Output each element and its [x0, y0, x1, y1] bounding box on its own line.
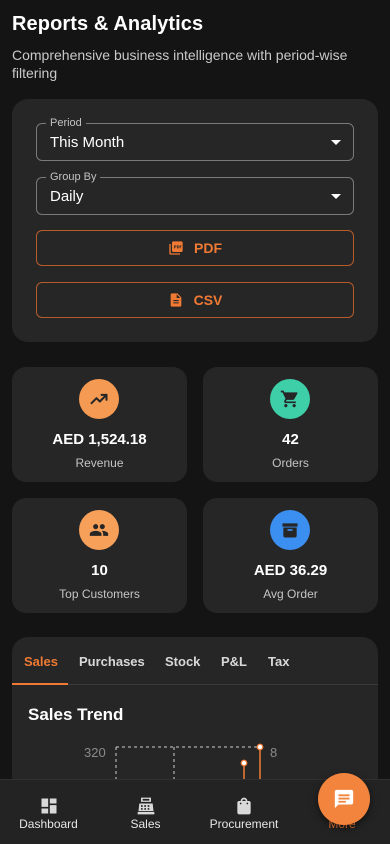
archive-icon	[282, 523, 298, 538]
cart-icon	[280, 390, 298, 408]
cash-register-icon	[137, 797, 154, 815]
filters-card: Period This Month Group By Daily PDF CSV	[12, 99, 378, 342]
tab-stock[interactable]: Stock	[165, 654, 200, 669]
period-select-label: Period	[46, 116, 86, 130]
file-icon	[170, 293, 181, 307]
group-icon	[89, 524, 109, 536]
chat-fab-button[interactable]	[318, 773, 370, 825]
y-right-tick-label: 8	[270, 745, 277, 760]
pdf-icon	[169, 241, 183, 255]
data-point	[256, 743, 264, 751]
nav-label-dashboard: Dashboard	[19, 817, 78, 831]
nav-label-procurement: Procurement	[209, 817, 279, 831]
trending-up-icon	[90, 393, 108, 405]
export-csv-button[interactable]: CSV	[36, 282, 354, 318]
orders-value: 42	[282, 431, 299, 448]
group-by-select-label: Group By	[46, 170, 101, 184]
data-point	[240, 759, 248, 767]
export-pdf-button[interactable]: PDF	[36, 230, 354, 266]
period-select[interactable]: Period This Month	[36, 116, 354, 161]
dashboard-icon	[41, 798, 56, 814]
orders-icon-badge	[270, 379, 310, 419]
avg-order-label: Avg Order	[263, 587, 318, 601]
revenue-icon-badge	[79, 379, 119, 419]
page-subtitle: Comprehensive business intelligence with…	[12, 47, 348, 81]
orders-label: Orders	[272, 456, 309, 470]
sales-trend-title: Sales Trend	[28, 705, 124, 724]
top-customers-label: Top Customers	[59, 587, 140, 601]
tab-sales[interactable]: Sales	[24, 654, 58, 669]
avg-order-card: AED 36.29 Avg Order	[203, 498, 378, 613]
chevron-down-icon	[331, 194, 341, 199]
top-customers-icon-badge	[79, 510, 119, 550]
tab-pl[interactable]: P&L	[221, 654, 247, 669]
avg-order-icon-badge	[270, 510, 310, 550]
revenue-card: AED 1,524.18 Revenue	[12, 367, 187, 482]
group-by-select-value: Daily	[50, 188, 84, 205]
chevron-down-icon	[331, 140, 341, 145]
tab-tax[interactable]: Tax	[268, 654, 289, 669]
avg-order-value: AED 36.29	[253, 562, 328, 579]
tab-purchases[interactable]: Purchases	[79, 654, 145, 669]
export-csv-label: CSV	[193, 292, 223, 308]
export-pdf-label: PDF	[194, 240, 222, 256]
y-left-tick-label: 320	[84, 745, 106, 760]
orders-card: 42 Orders	[203, 367, 378, 482]
top-customers-value: 10	[91, 562, 108, 579]
top-customers-card: 10 Top Customers	[12, 498, 187, 613]
page-title: Reports & Analytics	[12, 13, 204, 35]
group-by-select[interactable]: Group By Daily	[36, 170, 354, 215]
chat-icon	[334, 789, 354, 809]
nav-item-dashboard[interactable]: Dashboard	[0, 780, 97, 844]
nav-item-sales[interactable]: Sales	[97, 780, 194, 844]
report-tabs: Sales Purchases Stock P&L Tax	[12, 637, 378, 685]
shopping-bag-icon	[237, 797, 251, 815]
revenue-value: AED 1,524.18	[52, 431, 147, 448]
reports-page: Reports & Analytics Comprehensive busine…	[0, 0, 390, 844]
period-select-value: This Month	[50, 134, 125, 151]
nav-label-sales: Sales	[130, 817, 161, 831]
revenue-label: Revenue	[75, 456, 124, 470]
active-tab-indicator	[12, 683, 68, 685]
nav-item-procurement[interactable]: Procurement	[194, 780, 294, 844]
